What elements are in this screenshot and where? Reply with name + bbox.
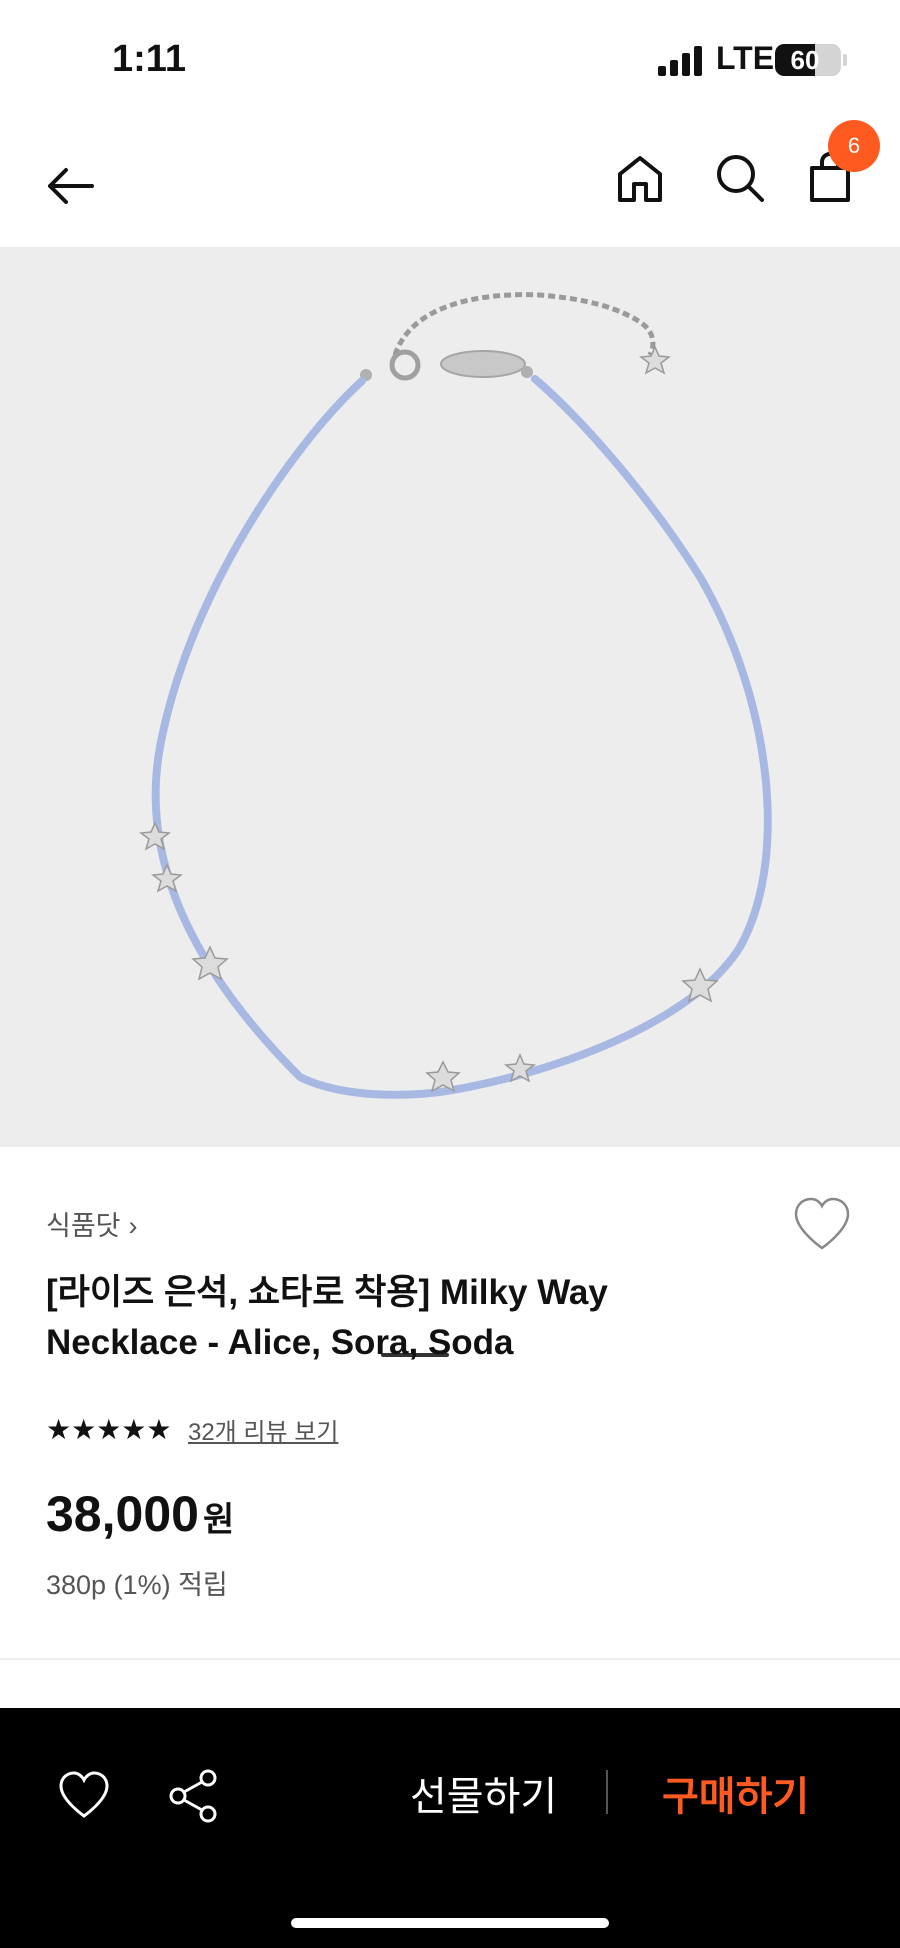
reward-points: 380p (1%) 적립	[46, 1570, 228, 1600]
top-nav: 6	[0, 120, 900, 247]
gift-button[interactable]: 선물하기	[410, 1764, 557, 1822]
chevron-right-icon: ›	[128, 1211, 138, 1241]
signal-icon	[658, 46, 702, 76]
product-title: [라이즈 은석, 쇼타로 착용] Milky Way Necklace - Al…	[46, 1273, 608, 1362]
clock: 1:11	[112, 38, 186, 80]
share-icon[interactable]	[166, 1768, 222, 1824]
search-icon[interactable]	[712, 150, 768, 206]
arrow-left-icon[interactable]	[42, 158, 98, 214]
cart-count-badge: 6	[828, 120, 880, 172]
star-rating: ★★★★★	[46, 1414, 172, 1445]
buy-button[interactable]: 구매하기	[662, 1764, 809, 1822]
product-image[interactable]	[0, 247, 900, 1357]
rating-row: ★★★★★ 32개 리뷰 보기	[46, 1412, 338, 1446]
brand-link[interactable]: 식품닷 ›	[46, 1204, 138, 1243]
button-separator	[606, 1770, 608, 1814]
brand-name: 식품닷	[46, 1211, 121, 1241]
network-label: LTE	[716, 40, 775, 76]
bottom-action-bar: 선물하기 구매하기	[0, 1708, 900, 1948]
section-divider	[0, 1658, 900, 1660]
battery-percent: 60	[790, 45, 820, 75]
home-icon[interactable]	[612, 150, 668, 206]
necklace-image	[139, 292, 772, 1099]
price: 38,000 원	[46, 1485, 234, 1543]
battery-icon: 60	[775, 44, 841, 76]
heart-icon[interactable]	[56, 1768, 112, 1824]
status-bar: 1:11 LTE 60	[0, 0, 900, 120]
wishlist-heart-icon[interactable]	[792, 1196, 852, 1252]
home-indicator	[291, 1918, 609, 1928]
currency-label: 원	[202, 1501, 235, 1539]
price-value: 38,000	[46, 1486, 199, 1542]
review-link[interactable]: 32개 리뷰 보기	[188, 1412, 338, 1447]
battery-nub	[843, 54, 847, 66]
